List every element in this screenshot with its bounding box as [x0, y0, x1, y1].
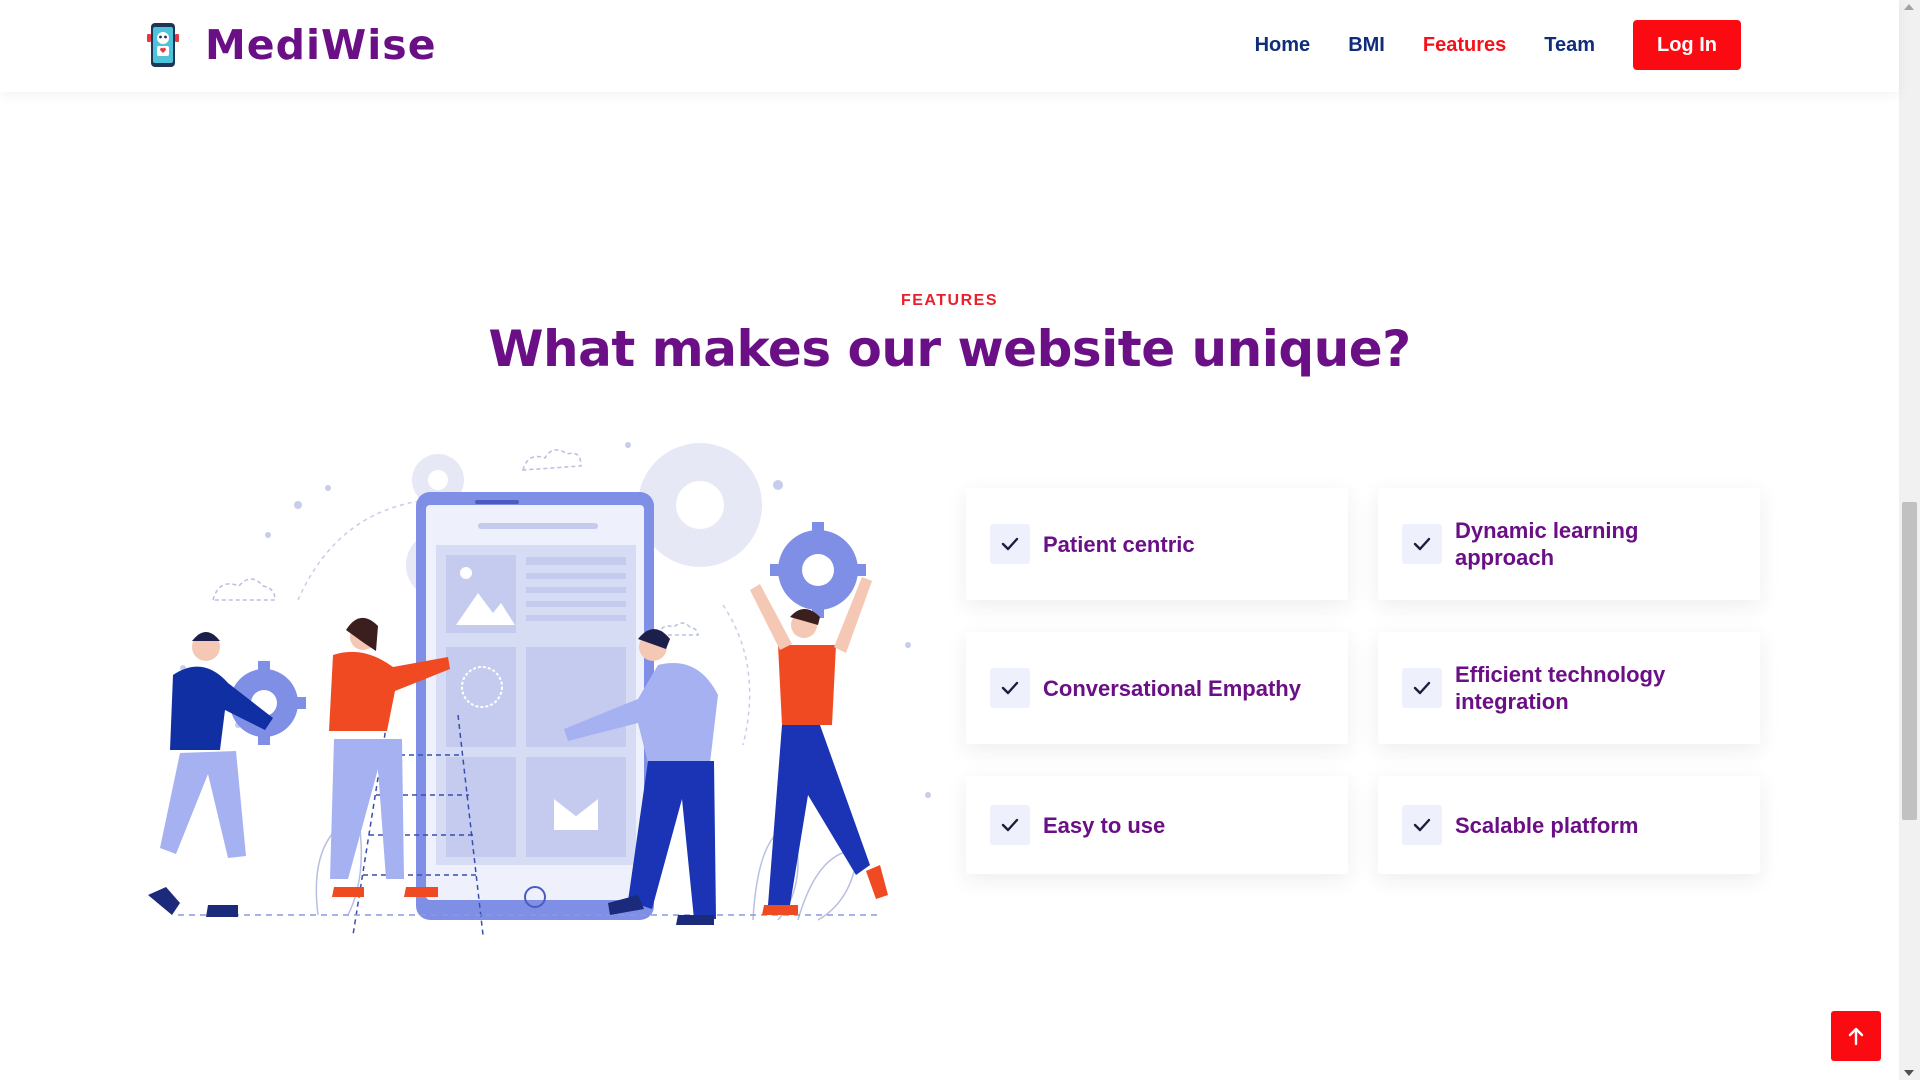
arrow-up-icon [1848, 1027, 1864, 1046]
check-icon-box [1402, 805, 1442, 845]
nav-features[interactable]: Features [1423, 34, 1506, 57]
logo[interactable]: MediWise [143, 20, 437, 70]
feature-card: Efficient technology integration [1378, 632, 1760, 744]
site-header: MediWise Home BMI Features Team Log In [0, 0, 1899, 92]
check-icon [1413, 818, 1431, 832]
check-icon [1413, 681, 1431, 695]
check-icon-box [990, 668, 1030, 708]
check-icon [1001, 681, 1019, 695]
nav-home[interactable]: Home [1255, 34, 1311, 57]
feature-label: Patient centric [1043, 531, 1195, 557]
check-icon-box [1402, 668, 1442, 708]
scroll-thumb[interactable] [1902, 502, 1917, 820]
check-icon-box [1402, 524, 1442, 564]
feature-card: Patient centric [966, 488, 1348, 600]
check-icon [1413, 537, 1431, 551]
check-icon [1001, 537, 1019, 551]
section-title: What makes our website unique? [488, 320, 1411, 378]
scroll-down-arrow-icon[interactable] [1904, 1070, 1914, 1076]
team-building-illustration [148, 442, 931, 935]
check-icon-box [990, 524, 1030, 564]
login-button[interactable]: Log In [1633, 20, 1741, 70]
robot-phone-icon [147, 23, 179, 67]
section-eyebrow: FEATURES [900, 292, 999, 309]
feature-label: Scalable platform [1455, 812, 1639, 838]
scroll-to-top-button[interactable] [1831, 1011, 1881, 1061]
nav-team[interactable]: Team [1544, 34, 1595, 57]
feature-label: Conversational Empathy [1043, 675, 1301, 701]
scroll-up-arrow-icon[interactable] [1904, 4, 1914, 10]
feature-card: Conversational Empathy [966, 632, 1348, 744]
page-scrollbar[interactable] [1899, 0, 1920, 1080]
feature-card: Easy to use [966, 776, 1348, 874]
feature-label: Easy to use [1043, 812, 1166, 838]
brand-name: MediWise [205, 21, 437, 69]
check-icon [1001, 818, 1019, 832]
feature-label: Efficient technology integration [1455, 662, 1666, 714]
feature-label: Dynamic learning approach [1455, 518, 1639, 570]
nav-bmi[interactable]: BMI [1348, 34, 1385, 57]
feature-card: Dynamic learning approach [1378, 488, 1760, 600]
feature-card: Scalable platform [1378, 776, 1760, 874]
main-nav: Home BMI Features Team Log In [1217, 20, 1741, 70]
page: MediWise Home BMI Features Team Log In F… [0, 0, 1899, 1080]
check-icon-box [990, 805, 1030, 845]
